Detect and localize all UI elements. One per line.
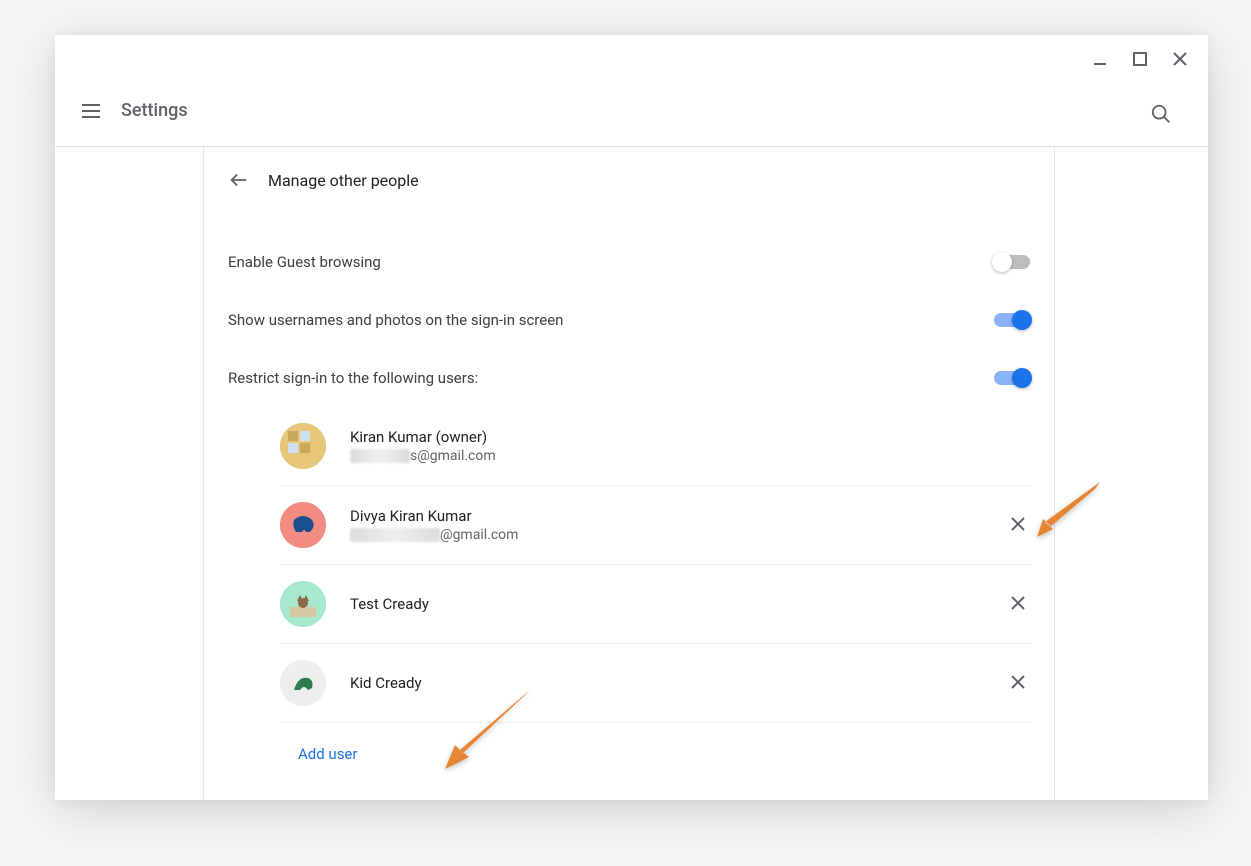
user-name: Kid Cready xyxy=(350,674,1008,692)
remove-user-icon[interactable] xyxy=(1008,593,1030,615)
back-arrow-icon[interactable] xyxy=(228,169,250,191)
content: Manage other people Enable Guest browsin… xyxy=(55,147,1208,800)
avatar xyxy=(280,581,326,627)
page-title: Settings xyxy=(121,100,188,121)
user-row: Kid Cready xyxy=(280,644,1030,723)
user-list: Kiran Kumar (owner) s@gmail.com Divya Kir… xyxy=(280,407,1030,723)
user-row: Divya Kiran Kumar @gmail.com xyxy=(280,486,1030,565)
settings-window: Settings Manage other people Enable Gues… xyxy=(55,35,1208,800)
user-name: Divya Kiran Kumar xyxy=(350,507,1008,525)
header-bar: Settings xyxy=(55,35,1208,147)
add-user-button[interactable]: Add user xyxy=(298,745,357,763)
remove-user-icon[interactable] xyxy=(1008,514,1030,536)
remove-user-icon[interactable] xyxy=(1008,672,1030,694)
user-name: Test Cready xyxy=(350,595,1008,613)
add-user-row: Add user xyxy=(228,723,1030,785)
user-info: Kid Cready xyxy=(350,674,1008,692)
setting-label: Enable Guest browsing xyxy=(228,253,381,271)
search-icon[interactable] xyxy=(1150,103,1174,127)
guest-browsing-toggle[interactable] xyxy=(994,255,1030,269)
setting-show-usernames: Show usernames and photos on the sign-in… xyxy=(228,291,1030,349)
restrict-signin-toggle[interactable] xyxy=(994,371,1030,385)
subpage-title: Manage other people xyxy=(268,171,419,190)
user-info: Divya Kiran Kumar @gmail.com xyxy=(350,507,1008,543)
menu-icon[interactable] xyxy=(79,99,103,123)
setting-label: Restrict sign-in to the following users: xyxy=(228,369,478,387)
setting-guest-browsing: Enable Guest browsing xyxy=(228,233,1030,291)
user-name: Kiran Kumar (owner) xyxy=(350,428,1030,446)
avatar xyxy=(280,502,326,548)
user-email: s@gmail.com xyxy=(350,448,1030,464)
show-usernames-toggle[interactable] xyxy=(994,313,1030,327)
user-info: Kiran Kumar (owner) s@gmail.com xyxy=(350,428,1030,464)
subpage-header: Manage other people xyxy=(228,147,1030,213)
avatar xyxy=(280,660,326,706)
user-email: @gmail.com xyxy=(350,527,1008,543)
main-panel: Manage other people Enable Guest browsin… xyxy=(203,147,1055,800)
setting-label: Show usernames and photos on the sign-in… xyxy=(228,311,563,329)
avatar xyxy=(280,423,326,469)
setting-restrict-signin: Restrict sign-in to the following users: xyxy=(228,349,1030,407)
user-row: Kiran Kumar (owner) s@gmail.com xyxy=(280,407,1030,486)
user-row: Test Cready xyxy=(280,565,1030,644)
user-info: Test Cready xyxy=(350,595,1008,613)
